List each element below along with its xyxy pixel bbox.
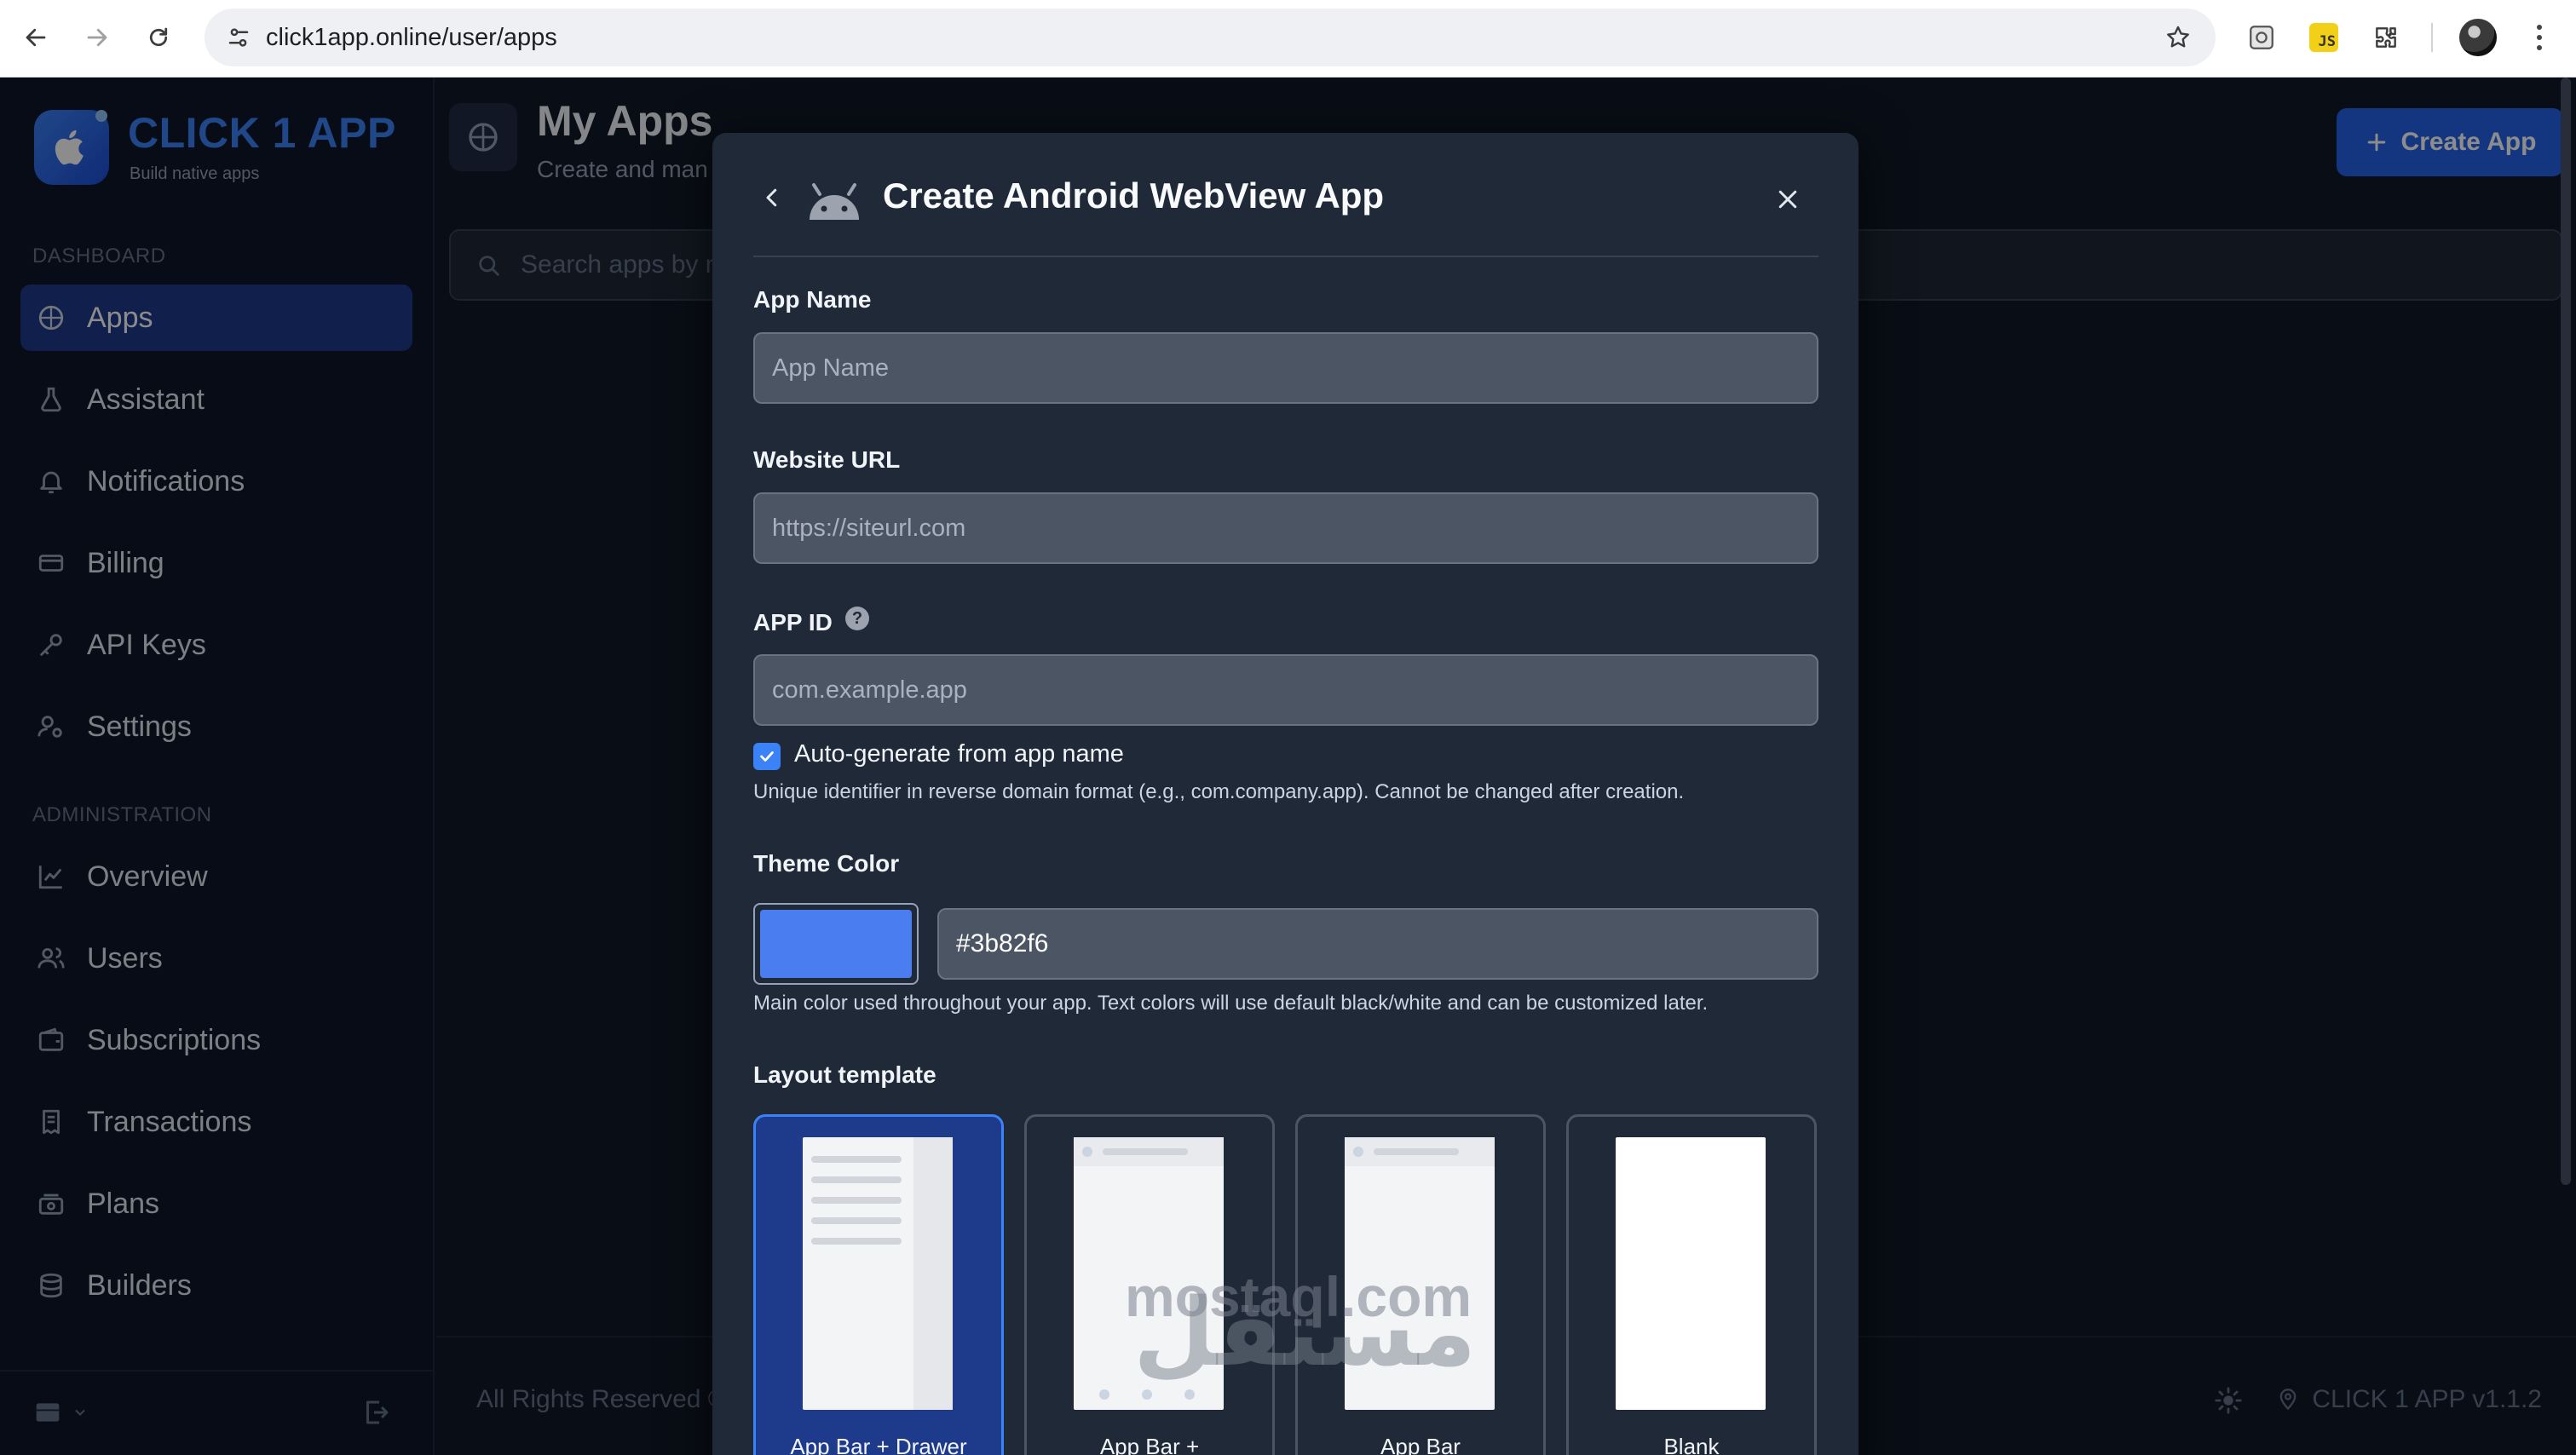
browser-toolbar: click1app.online/user/apps JS (0, 0, 2576, 78)
bookmark-star-icon[interactable] (2159, 19, 2197, 56)
url-text[interactable]: click1app.online/user/apps (266, 9, 557, 66)
theme-color-swatch[interactable] (753, 903, 919, 985)
template-preview (803, 1137, 953, 1410)
auto-generate-label[interactable]: Auto-generate from app name (794, 740, 1124, 768)
modal-back-chevron-icon[interactable] (755, 181, 789, 215)
toolbar-separator (2431, 23, 2433, 52)
reload-icon[interactable] (140, 19, 177, 56)
website-url-input[interactable] (753, 492, 1818, 564)
template-blank[interactable]: Blank (1566, 1114, 1817, 1455)
theme-color-label: Theme Color (753, 850, 900, 877)
layout-template-label: Layout template (753, 1061, 936, 1088)
extensions-puzzle-icon[interactable] (2367, 19, 2405, 56)
check-icon (760, 751, 774, 762)
watermark-text: mostaql.com (1125, 1265, 1472, 1328)
theme-color-swatch-fill (760, 910, 912, 978)
browser-menu-icon[interactable] (2521, 19, 2558, 56)
close-icon[interactable] (1771, 182, 1805, 216)
site-settings-icon[interactable] (220, 19, 257, 56)
forward-icon[interactable] (78, 19, 116, 56)
modal-divider (753, 256, 1818, 257)
help-icon[interactable]: ? (845, 607, 869, 630)
template-label: App Bar + Drawer (790, 1434, 967, 1455)
template-preview (1616, 1137, 1766, 1410)
android-icon (806, 182, 862, 221)
website-url-label: Website URL (753, 446, 901, 473)
theme-color-input[interactable] (937, 908, 1818, 980)
profile-avatar[interactable] (2459, 19, 2497, 56)
create-app-modal: Create Android WebView App App Name Webs… (712, 133, 1859, 1455)
modal-title: Create Android WebView App (883, 175, 1385, 216)
app-id-label: APP ID (753, 609, 833, 635)
app-name-input[interactable] (753, 332, 1818, 404)
back-icon[interactable] (17, 19, 55, 56)
auto-generate-checkbox[interactable] (753, 743, 781, 770)
template-app-bar-drawer[interactable]: App Bar + Drawer (753, 1114, 1004, 1455)
address-bar[interactable]: click1app.online/user/apps (205, 9, 2216, 66)
template-label: App Bar (1380, 1434, 1461, 1455)
template-label: App Bar + (1099, 1434, 1200, 1455)
app-name-label: App Name (753, 286, 872, 313)
app-id-input[interactable] (753, 654, 1818, 726)
template-label: Blank (1663, 1434, 1720, 1455)
theme-color-hint: Main color used throughout your app. Tex… (753, 992, 1709, 1015)
js-extension-icon[interactable]: JS (2309, 23, 2338, 52)
app-id-hint: Unique identifier in reverse domain form… (753, 780, 1685, 803)
screenshot-extension-icon[interactable] (2243, 19, 2280, 56)
